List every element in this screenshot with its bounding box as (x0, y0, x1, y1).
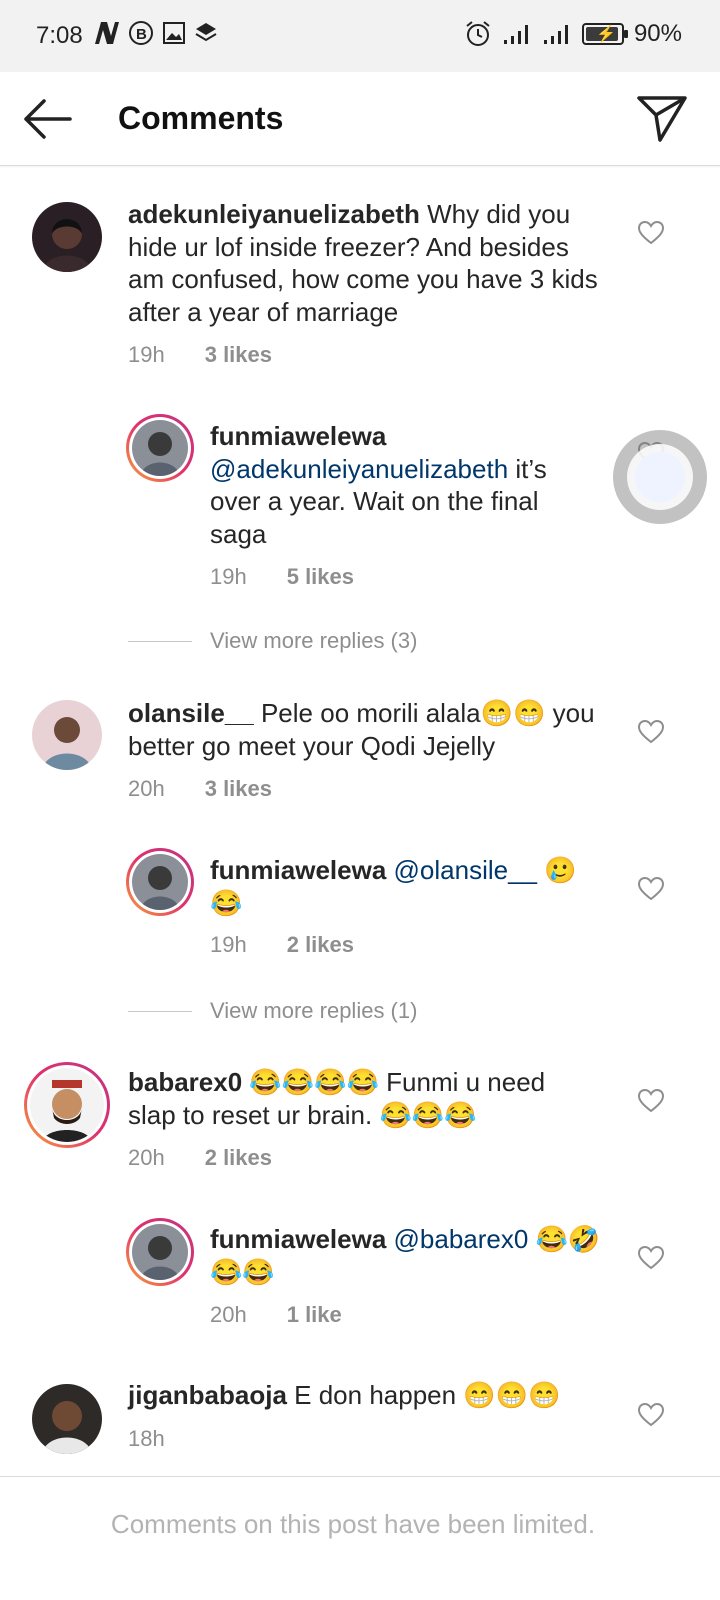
comment-username[interactable]: funmiawelewa (210, 1224, 386, 1254)
heart-icon[interactable] (638, 221, 664, 245)
comment-mention[interactable]: @olansile__ (394, 855, 537, 885)
comment-body: olansile__ Pele oo morili alala😁😁 you be… (128, 697, 618, 762)
avatar[interactable] (32, 202, 102, 272)
n-notification-icon (95, 22, 119, 44)
comment-meta: 19h 3 likes (128, 342, 272, 368)
signal-icon (543, 25, 568, 44)
comment-username[interactable]: funmiawelewa (210, 855, 386, 885)
svg-text:B: B (136, 26, 147, 43)
comment-time: 19h (210, 564, 247, 589)
status-left-icons: B (92, 20, 218, 46)
comment-text: E don happen 😁😁😁 (294, 1380, 561, 1410)
heart-icon[interactable] (638, 1246, 664, 1270)
b-circle-icon: B (129, 21, 153, 45)
comment-meta: 20h 1 like (210, 1302, 342, 1328)
comment-mention[interactable]: @adekunleiyanuelizabeth (210, 454, 508, 484)
heart-icon[interactable] (638, 877, 664, 901)
comment-body: funmiawelewa @adekunleiyanuelizabeth it’… (210, 420, 600, 550)
avatar[interactable] (126, 414, 194, 482)
comments-limited-notice: Comments on this post have been limited. (110, 1509, 596, 1539)
comment-meta: 20h 3 likes (128, 776, 272, 802)
paper-plane-icon (637, 96, 687, 142)
battery-icon: ⚡ (581, 23, 628, 45)
share-button[interactable] (636, 94, 688, 144)
view-more-replies-label: View more replies (1) (210, 998, 418, 1023)
comment-username[interactable]: funmiawelewa (210, 421, 386, 451)
status-time: 7:08 (36, 22, 83, 49)
view-more-replies[interactable]: View more replies (3) (128, 628, 417, 654)
comment-body: funmiawelewa @babarex0 😂🤣😂😂 (210, 1223, 610, 1288)
comment-body: jiganbabaoja E don happen 😁😁😁 (128, 1379, 618, 1412)
comment-body: adekunleiyanuelizabeth Why did you hide … (128, 198, 606, 328)
comment-likes[interactable]: 3 likes (205, 776, 272, 802)
comment-body: babarex0 😂😂😂😂 Funmi u need slap to reset… (128, 1066, 598, 1131)
heart-icon[interactable] (638, 1403, 664, 1427)
status-bar: 7:08 B ⚡ 90% (0, 0, 720, 72)
heart-icon[interactable] (638, 1089, 664, 1113)
comment-mention[interactable]: @babarex0 (394, 1224, 529, 1254)
comment-time: 18h (128, 1426, 165, 1451)
comment-username[interactable]: olansile__ (128, 698, 254, 728)
comment-time: 19h (210, 932, 247, 957)
layers-icon (195, 23, 217, 42)
image-icon (163, 22, 185, 44)
back-arrow-icon (24, 99, 72, 139)
status-right-icons: ⚡ 90% (464, 20, 682, 48)
back-button[interactable] (22, 96, 74, 142)
avatar[interactable] (126, 1218, 194, 1286)
comments-header: Comments (0, 72, 720, 166)
page-title: Comments (118, 100, 284, 136)
comment-time: 20h (128, 1145, 165, 1170)
view-more-replies-label: View more replies (3) (210, 628, 418, 653)
comment-meta: 19h 2 likes (210, 932, 354, 958)
divider (128, 1010, 192, 1012)
comment-body: funmiawelewa @olansile__ 🥲😂 (210, 854, 600, 919)
comment-username[interactable]: jiganbabaoja (128, 1380, 287, 1410)
comment-time: 20h (210, 1302, 247, 1327)
comments-list[interactable]: adekunleiyanuelizabeth Why did you hide … (0, 166, 720, 1476)
battery-percent: 90% (633, 20, 682, 47)
comment-meta: 18h (128, 1426, 165, 1452)
comment-meta: 20h 2 likes (128, 1145, 272, 1171)
avatar[interactable] (24, 1062, 110, 1148)
signal-icon (503, 25, 528, 44)
comment-meta: 19h 5 likes (210, 564, 354, 590)
touch-indicator (613, 430, 707, 524)
comment-username[interactable]: babarex0 (128, 1067, 242, 1097)
comment-likes[interactable]: 5 likes (287, 564, 354, 590)
avatar[interactable] (32, 1384, 102, 1454)
divider (128, 640, 192, 642)
comments-limited-footer: Comments on this post have been limited. (0, 1476, 720, 1600)
avatar[interactable] (126, 848, 194, 916)
avatar[interactable] (32, 700, 102, 770)
heart-icon[interactable] (638, 720, 664, 744)
comment-likes[interactable]: 2 likes (287, 932, 354, 958)
alarm-icon (466, 21, 490, 46)
comment-username[interactable]: adekunleiyanuelizabeth (128, 199, 420, 229)
comment-likes[interactable]: 2 likes (205, 1145, 272, 1171)
comment-likes[interactable]: 3 likes (205, 342, 272, 368)
comment-time: 20h (128, 776, 165, 801)
comment-time: 19h (128, 342, 165, 367)
view-more-replies[interactable]: View more replies (1) (128, 998, 417, 1024)
comment-likes[interactable]: 1 like (287, 1302, 342, 1328)
